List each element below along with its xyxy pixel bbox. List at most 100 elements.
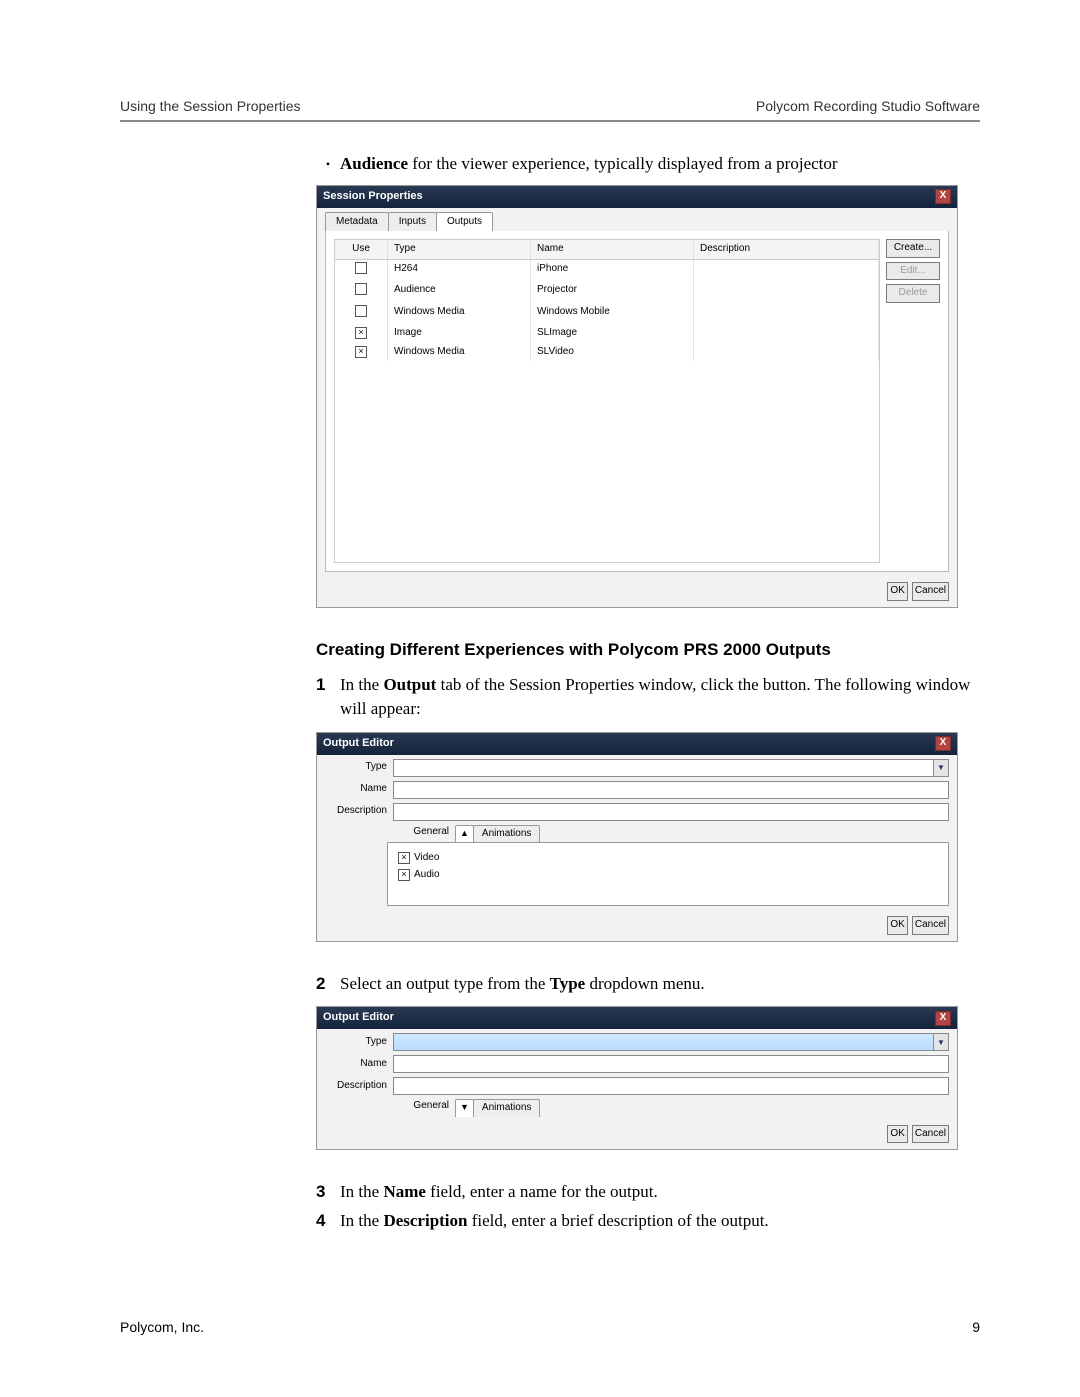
delete-button[interactable]: Delete bbox=[886, 284, 940, 303]
use-checkbox[interactable]: × bbox=[355, 327, 367, 339]
description-field[interactable] bbox=[393, 1077, 949, 1095]
step-1-number: 1 bbox=[316, 673, 340, 722]
cell-description bbox=[694, 343, 879, 362]
type-select[interactable]: ▼ bbox=[393, 759, 949, 777]
general-panel: × Video × Audio bbox=[387, 842, 949, 906]
outputs-table: Use Type Name Description H264iPhoneAudi… bbox=[334, 239, 880, 563]
step-1-bold: Output bbox=[383, 675, 436, 694]
ok-button[interactable]: OK bbox=[887, 582, 907, 601]
cancel-button[interactable]: Cancel bbox=[912, 916, 949, 935]
page-footer: Polycom, Inc. 9 bbox=[120, 1317, 980, 1337]
subheading: Creating Different Experiences with Poly… bbox=[316, 638, 980, 663]
name-label: Name bbox=[325, 782, 393, 797]
use-checkbox[interactable] bbox=[355, 283, 367, 295]
general-label: General bbox=[387, 1099, 455, 1117]
name-field[interactable] bbox=[393, 781, 949, 799]
cell-name: SLVideo bbox=[531, 343, 694, 362]
step-4-number: 4 bbox=[316, 1209, 340, 1234]
bullet-icon: • bbox=[316, 152, 340, 177]
cancel-button[interactable]: Cancel bbox=[912, 1125, 949, 1144]
use-checkbox[interactable] bbox=[355, 305, 367, 317]
name-field[interactable] bbox=[393, 1055, 949, 1073]
collapse-toggle[interactable]: ▲ bbox=[455, 825, 474, 843]
tab-inputs[interactable]: Inputs bbox=[388, 212, 437, 232]
step-2-pre: Select an output type from the bbox=[340, 974, 550, 993]
divider bbox=[120, 120, 980, 122]
running-head-left: Using the Session Properties bbox=[120, 96, 301, 116]
step-2-text: Select an output type from the Type drop… bbox=[340, 972, 705, 997]
session-properties-window: Session Properties X Metadata Inputs Out… bbox=[316, 185, 958, 608]
audio-label: Audio bbox=[414, 868, 440, 883]
video-label: Video bbox=[414, 851, 439, 866]
col-description: Description bbox=[694, 240, 879, 259]
video-checkbox[interactable]: × bbox=[398, 852, 410, 864]
audio-checkbox[interactable]: × bbox=[398, 869, 410, 881]
close-icon[interactable]: X bbox=[935, 1011, 951, 1026]
cell-description bbox=[694, 260, 879, 282]
edit-button[interactable]: Edit... bbox=[886, 262, 940, 281]
type-label: Type bbox=[325, 1035, 393, 1050]
session-properties-title: Session Properties bbox=[323, 189, 423, 205]
description-label: Description bbox=[325, 804, 393, 819]
table-row[interactable]: AudienceProjector bbox=[335, 281, 879, 303]
bullet-text: Audience for the viewer experience, typi… bbox=[340, 152, 838, 177]
cell-type: Windows Media bbox=[388, 303, 531, 325]
collapse-toggle[interactable]: ▼ bbox=[455, 1099, 474, 1117]
table-row[interactable]: H264iPhone bbox=[335, 260, 879, 282]
chevron-down-icon[interactable]: ▼ bbox=[933, 759, 949, 777]
type-select[interactable]: ▼ bbox=[393, 1033, 949, 1051]
cell-description bbox=[694, 324, 879, 343]
step-1-pre: In the bbox=[340, 675, 383, 694]
bullet-audience: • Audience for the viewer experience, ty… bbox=[316, 152, 980, 177]
cell-name: iPhone bbox=[531, 260, 694, 282]
use-checkbox[interactable] bbox=[355, 262, 367, 274]
close-icon[interactable]: X bbox=[935, 736, 951, 751]
cell-name: Windows Mobile bbox=[531, 303, 694, 325]
tab-metadata[interactable]: Metadata bbox=[325, 212, 389, 232]
output-editor-title-2: Output Editor bbox=[323, 1010, 394, 1026]
bullet-bold: Audience bbox=[340, 154, 408, 173]
tab-animations[interactable]: Animations bbox=[473, 825, 540, 843]
output-editor-title-1: Output Editor bbox=[323, 736, 394, 752]
tab-outputs[interactable]: Outputs bbox=[436, 212, 493, 232]
footer-left: Polycom, Inc. bbox=[120, 1317, 204, 1337]
tab-animations[interactable]: Animations bbox=[473, 1099, 540, 1117]
running-head-right: Polycom Recording Studio Software bbox=[756, 96, 980, 116]
ok-button[interactable]: OK bbox=[887, 1125, 907, 1144]
table-row[interactable]: ×ImageSLImage bbox=[335, 324, 879, 343]
cell-type: H264 bbox=[388, 260, 531, 282]
step-2-post: dropdown menu. bbox=[585, 974, 704, 993]
cell-name: SLImage bbox=[531, 324, 694, 343]
col-type: Type bbox=[388, 240, 531, 259]
cell-type: Audience bbox=[388, 281, 531, 303]
table-row[interactable]: Windows MediaWindows Mobile bbox=[335, 303, 879, 325]
col-name: Name bbox=[531, 240, 694, 259]
table-row[interactable]: × Windows MediaSLVideo bbox=[335, 343, 879, 362]
cell-description bbox=[694, 303, 879, 325]
step-2-number: 2 bbox=[316, 972, 340, 997]
general-label: General bbox=[387, 825, 455, 843]
description-field[interactable] bbox=[393, 803, 949, 821]
step-4-text: In the Description field, enter a brief … bbox=[340, 1209, 769, 1234]
create-button[interactable]: Create... bbox=[886, 239, 940, 258]
col-use: Use bbox=[335, 240, 388, 259]
cell-type: Windows Media bbox=[388, 343, 531, 362]
ok-button[interactable]: OK bbox=[887, 916, 907, 935]
cell-description bbox=[694, 281, 879, 303]
chevron-down-icon[interactable]: ▼ bbox=[933, 1033, 949, 1051]
step-3-post: field, enter a name for the output. bbox=[426, 1182, 658, 1201]
cell-name: Projector bbox=[531, 281, 694, 303]
step-3-pre: In the bbox=[340, 1182, 383, 1201]
close-icon[interactable]: X bbox=[935, 189, 951, 204]
type-label: Type bbox=[325, 760, 393, 775]
step-3-number: 3 bbox=[316, 1180, 340, 1205]
step-3-bold: Name bbox=[383, 1182, 425, 1201]
step-1-text: In the Output tab of the Session Propert… bbox=[340, 673, 980, 722]
cancel-button[interactable]: Cancel bbox=[912, 582, 949, 601]
footer-right: 9 bbox=[972, 1317, 980, 1337]
output-editor-window-2: Output Editor X Type ▼ Name Description bbox=[316, 1006, 958, 1150]
use-checkbox[interactable]: × bbox=[355, 346, 367, 358]
step-2-bold: Type bbox=[550, 974, 586, 993]
description-label: Description bbox=[325, 1079, 393, 1094]
step-3-text: In the Name field, enter a name for the … bbox=[340, 1180, 658, 1205]
